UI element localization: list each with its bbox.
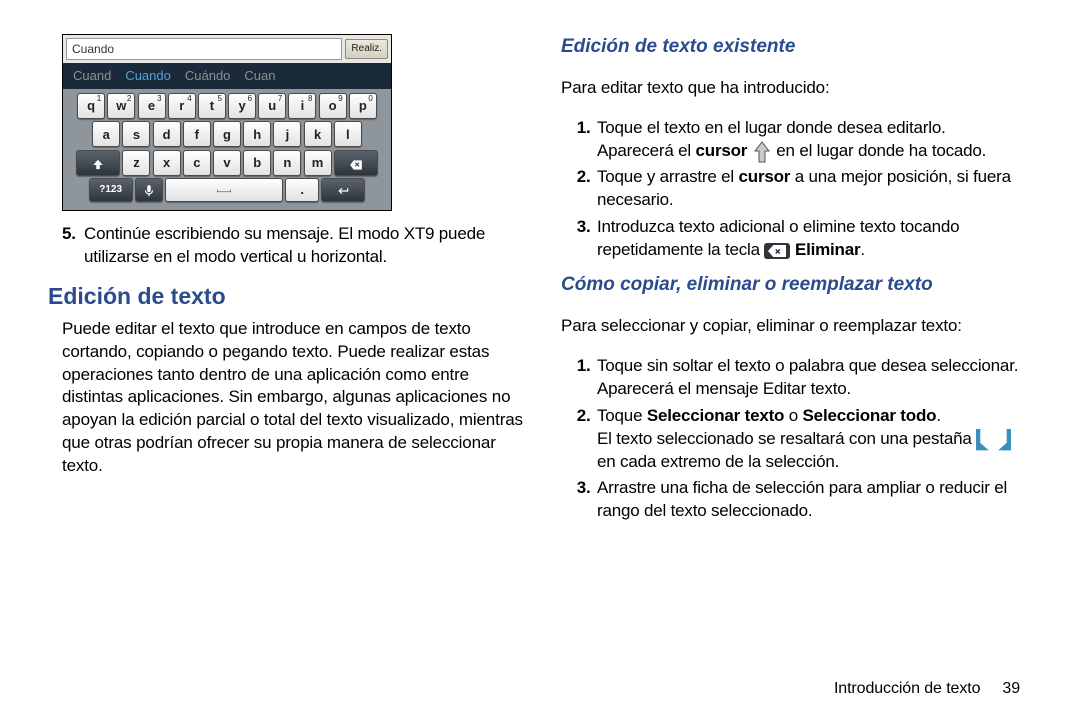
- key-a[interactable]: a: [92, 121, 120, 147]
- intro-copiar: Para seleccionar y copiar, eliminar o re…: [561, 315, 1032, 338]
- key-r[interactable]: r4: [168, 93, 196, 119]
- key-z[interactable]: z: [122, 150, 150, 176]
- keyboard-screenshot: Cuando Realiz. Cuand Cuando Cuándo Cuan …: [62, 34, 392, 211]
- key-h[interactable]: h: [243, 121, 271, 147]
- symbols-key[interactable]: ?123: [89, 178, 133, 202]
- key-f[interactable]: f: [183, 121, 211, 147]
- heading-copiar: Cómo copiar, eliminar o reemplazar texto: [561, 272, 1032, 298]
- key-g[interactable]: g: [213, 121, 241, 147]
- key-d[interactable]: d: [153, 121, 181, 147]
- key-u[interactable]: u7: [258, 93, 286, 119]
- enter-key[interactable]: [321, 178, 365, 202]
- delete-icon: [764, 243, 790, 259]
- key-s[interactable]: s: [122, 121, 150, 147]
- key-c[interactable]: c: [183, 150, 211, 176]
- step-item: Toque y arrastre el cursor a una mejor p…: [595, 166, 1032, 212]
- key-o[interactable]: o9: [319, 93, 347, 119]
- space-key[interactable]: [165, 178, 283, 202]
- suggestion[interactable]: Cuand: [73, 67, 111, 85]
- heading-edicion-de-texto: Edición de texto: [48, 281, 525, 312]
- key-e[interactable]: e3: [138, 93, 166, 119]
- step-item: Toque sin soltar el texto o palabra que …: [595, 355, 1032, 401]
- key-y[interactable]: y6: [228, 93, 256, 119]
- key-j[interactable]: j: [273, 121, 301, 147]
- key-p[interactable]: p0: [349, 93, 377, 119]
- steps-edit-existing: Toque el texto en el lugar donde desea e…: [569, 117, 1032, 263]
- selection-handle-left-icon: [976, 429, 991, 449]
- key-i[interactable]: i8: [288, 93, 316, 119]
- key-n[interactable]: n: [273, 150, 301, 176]
- key-l[interactable]: l: [334, 121, 362, 147]
- step-item: Toque el texto en el lugar donde desea e…: [595, 117, 1032, 163]
- key-x[interactable]: x: [153, 150, 181, 176]
- step-item: Introduzca texto adicional o elimine tex…: [595, 216, 1032, 262]
- step-item: Toque Seleccionar texto o Seleccionar to…: [595, 405, 1032, 474]
- paragraph-edicion-intro: Puede editar el texto que introduce en c…: [62, 318, 525, 479]
- key-b[interactable]: b: [243, 150, 271, 176]
- key-w[interactable]: w2: [107, 93, 135, 119]
- key-m[interactable]: m: [304, 150, 332, 176]
- suggestion[interactable]: Cuan: [244, 67, 275, 85]
- key-q[interactable]: q1: [77, 93, 105, 119]
- done-button[interactable]: Realiz.: [345, 39, 388, 59]
- voice-key[interactable]: [135, 178, 163, 202]
- period-key[interactable]: .: [285, 178, 319, 202]
- text-input-field[interactable]: Cuando: [66, 38, 342, 60]
- suggestion-selected[interactable]: Cuando: [125, 67, 171, 85]
- suggestion-bar: Cuand Cuando Cuándo Cuan: [63, 63, 391, 89]
- step-5: 5.Continúe escribiendo su mensaje. El mo…: [62, 223, 525, 269]
- selection-handle-right-icon: [996, 429, 1011, 449]
- key-v[interactable]: v: [213, 150, 241, 176]
- suggestion[interactable]: Cuándo: [185, 67, 231, 85]
- heading-edicion-existente: Edición de texto existente: [561, 34, 1032, 60]
- step-item: Arrastre una ficha de selección para amp…: [595, 477, 1032, 523]
- intro-existente: Para editar texto que ha introducido:: [561, 77, 1032, 100]
- keyboard: q1w2e3r4t5y6u7i8o9p0 asdfghjkl zxcvbnm ?…: [63, 89, 391, 210]
- shift-key[interactable]: [76, 150, 120, 176]
- cursor-icon: [752, 140, 772, 162]
- steps-copy-replace: Toque sin soltar el texto o palabra que …: [569, 355, 1032, 524]
- key-k[interactable]: k: [304, 121, 332, 147]
- backspace-key[interactable]: [334, 150, 378, 176]
- key-t[interactable]: t5: [198, 93, 226, 119]
- page-footer: Introducción de texto39: [834, 678, 1020, 700]
